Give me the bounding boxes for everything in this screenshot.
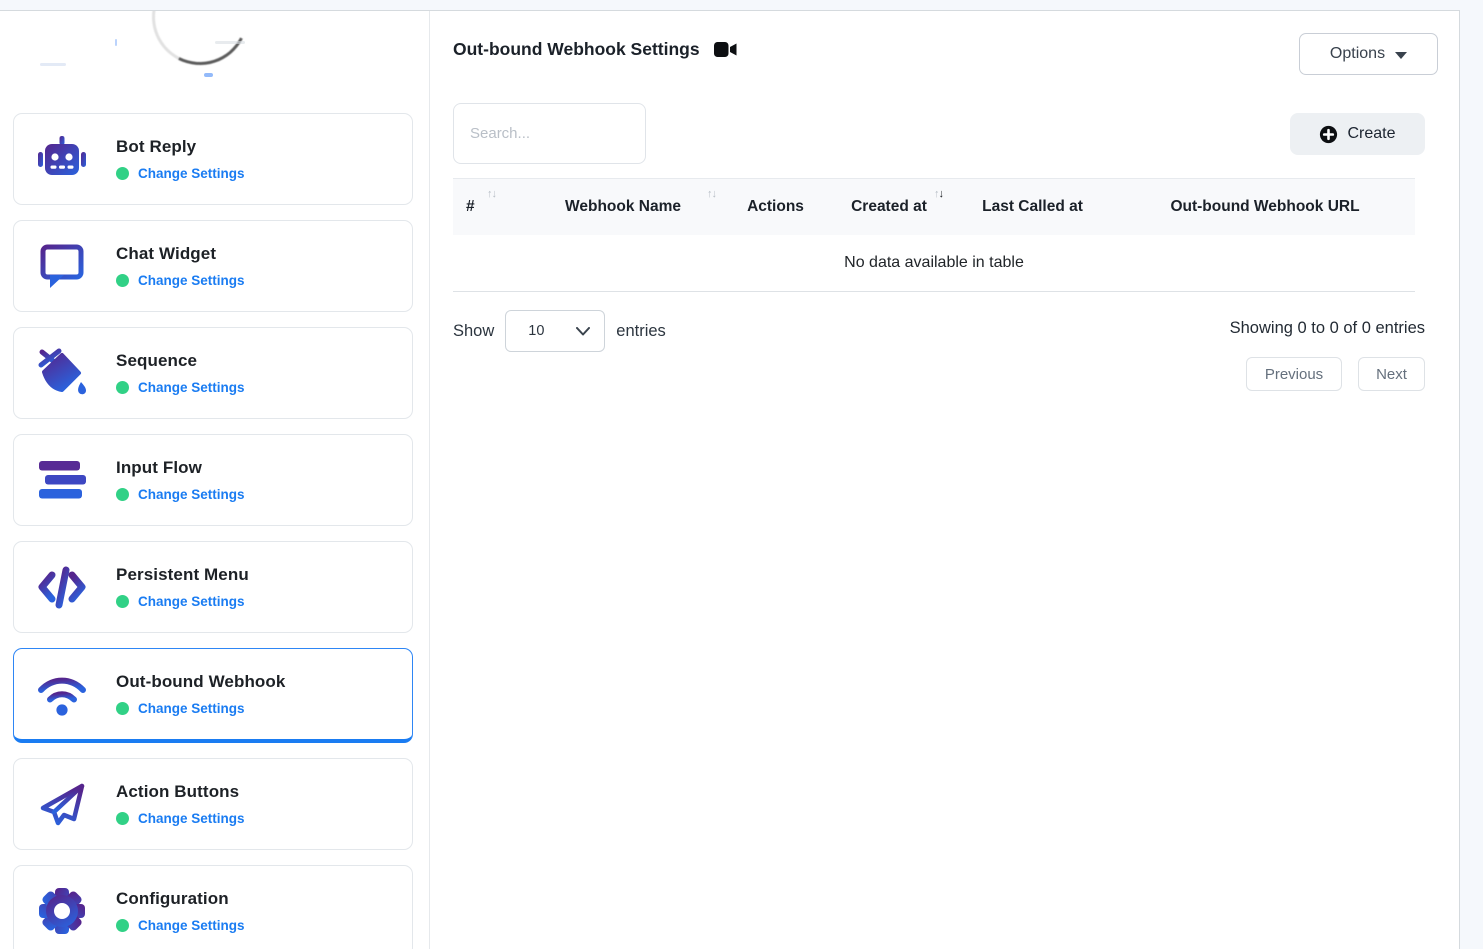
sidebar-item-label: Configuration: [116, 889, 245, 909]
page-size-value: 10: [528, 323, 544, 339]
code-icon: [36, 561, 88, 613]
webhooks-table: # ↑↓ Webhook Name ↑↓ Actions Created at …: [453, 178, 1415, 292]
chat-bubble-icon: [36, 240, 88, 292]
change-settings-link[interactable]: Change Settings: [138, 701, 245, 716]
show-label: Show: [453, 322, 494, 341]
change-settings-link[interactable]: Change Settings: [138, 918, 245, 933]
entries-label: entries: [616, 322, 666, 341]
search-input[interactable]: [453, 103, 646, 164]
entries-summary: Showing 0 to 0 of 0 entries: [1230, 319, 1425, 338]
main-content: Out-bound Webhook Settings Options: [431, 11, 1460, 949]
paper-plane-icon: [36, 778, 88, 830]
sidebar-list: Bot Reply Change Settings Chat Widget: [0, 111, 429, 949]
sidebar-item-label: Chat Widget: [116, 244, 245, 264]
table-empty-message: No data available in table: [453, 235, 1415, 292]
pagination: Previous Next: [1246, 357, 1425, 391]
change-settings-link[interactable]: Change Settings: [138, 487, 245, 502]
table-header-row: # ↑↓ Webhook Name ↑↓ Actions Created at …: [453, 179, 1415, 235]
change-settings-link[interactable]: Change Settings: [138, 380, 245, 395]
sidebar-item-configuration[interactable]: Configuration Change Settings: [13, 865, 413, 949]
status-dot: [116, 274, 129, 287]
change-settings-link[interactable]: Change Settings: [138, 166, 245, 181]
status-dot: [116, 919, 129, 932]
sidebar-item-bot-reply[interactable]: Bot Reply Change Settings: [13, 113, 413, 205]
video-camera-icon[interactable]: [714, 41, 737, 58]
wifi-icon: [36, 668, 88, 720]
gear-icon: [36, 885, 88, 937]
sidebar-item-label: Out-bound Webhook: [116, 672, 285, 692]
sidebar-item-chat-widget[interactable]: Chat Widget Change Settings: [13, 220, 413, 312]
status-dot: [116, 812, 129, 825]
logo: [0, 11, 429, 111]
robot-icon: [36, 133, 88, 185]
status-dot: [116, 702, 129, 715]
sidebar-item-label: Persistent Menu: [116, 565, 249, 585]
change-settings-link[interactable]: Change Settings: [138, 273, 245, 288]
change-settings-link[interactable]: Change Settings: [138, 594, 245, 609]
app-card: Bot Reply Change Settings Chat Widget: [0, 10, 1460, 949]
next-button[interactable]: Next: [1358, 357, 1425, 391]
sidebar-item-label: Bot Reply: [116, 137, 245, 157]
options-label: Options: [1330, 45, 1385, 63]
list-bars-icon: [36, 454, 88, 506]
sidebar-item-label: Input Flow: [116, 458, 245, 478]
previous-button[interactable]: Previous: [1246, 357, 1342, 391]
paint-bucket-icon: [36, 347, 88, 399]
page-title: Out-bound Webhook Settings: [453, 39, 700, 60]
page-size-select[interactable]: 10: [505, 310, 605, 352]
sidebar-item-outbound-webhook[interactable]: Out-bound Webhook Change Settings: [13, 648, 413, 743]
logo-arc-icon: [140, 11, 261, 77]
sidebar-item-label: Sequence: [116, 351, 245, 371]
sidebar-item-persistent-menu[interactable]: Persistent Menu Change Settings: [13, 541, 413, 633]
sort-arrows-icon: ↑↓: [487, 188, 495, 200]
plus-circle-icon: [1319, 125, 1338, 144]
sidebar: Bot Reply Change Settings Chat Widget: [0, 11, 430, 949]
sidebar-item-sequence[interactable]: Sequence Change Settings: [13, 327, 413, 419]
column-header-webhook-url[interactable]: Out-bound Webhook URL: [1115, 179, 1415, 235]
column-header-actions[interactable]: Actions: [723, 179, 828, 235]
create-label: Create: [1347, 125, 1395, 143]
chevron-down-icon: [576, 327, 590, 336]
column-header-index[interactable]: # ↑↓: [453, 179, 523, 235]
column-header-webhook-name[interactable]: Webhook Name ↑↓: [523, 179, 723, 235]
sidebar-item-label: Action Buttons: [116, 782, 245, 802]
column-header-created-at[interactable]: Created at ↑↓: [828, 179, 950, 235]
create-button[interactable]: Create: [1290, 113, 1425, 155]
sidebar-item-input-flow[interactable]: Input Flow Change Settings: [13, 434, 413, 526]
status-dot: [116, 595, 129, 608]
status-dot: [116, 381, 129, 394]
sidebar-item-action-buttons[interactable]: Action Buttons Change Settings: [13, 758, 413, 850]
options-button[interactable]: Options: [1299, 33, 1438, 75]
sort-arrows-icon: ↑↓: [934, 188, 942, 200]
sort-arrows-icon: ↑↓: [707, 188, 715, 200]
change-settings-link[interactable]: Change Settings: [138, 811, 245, 826]
caret-down-icon: [1395, 52, 1407, 59]
status-dot: [116, 488, 129, 501]
column-header-last-called-at[interactable]: Last Called at: [950, 179, 1115, 235]
status-dot: [116, 167, 129, 180]
